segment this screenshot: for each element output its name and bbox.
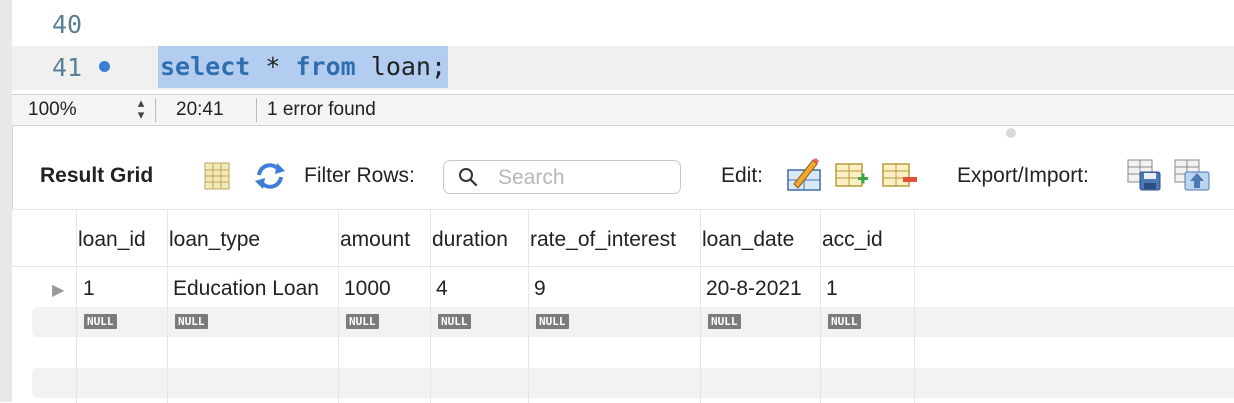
null-badge[interactable]: NULL	[175, 314, 208, 329]
table-row[interactable]	[32, 368, 1234, 398]
column-header-duration[interactable]: duration	[432, 228, 508, 252]
column-header-acc-id[interactable]: acc_id	[822, 228, 883, 252]
toggle-columns-icon[interactable]	[204, 162, 230, 190]
table-cell[interactable]: Education Loan	[173, 277, 319, 301]
table-cell[interactable]: 1000	[344, 277, 391, 301]
sql-statement[interactable]: select * from loan;	[158, 46, 449, 88]
sql-editor[interactable]: 40 41 select * from loan;	[12, 0, 1234, 94]
statement-marker-icon[interactable]	[99, 61, 110, 72]
import-icon[interactable]	[1173, 158, 1211, 192]
table-row[interactable]: ▶ 1 Education Loan 1000 4 9 20-8-2021 1	[12, 267, 1234, 307]
search-icon	[459, 168, 478, 187]
line-number: 40	[52, 10, 83, 39]
null-badge[interactable]: NULL	[438, 314, 471, 329]
splitter-handle[interactable]	[1006, 128, 1016, 138]
result-grid[interactable]: loan_id loan_type amount duration rate_o…	[12, 209, 1234, 403]
result-grid-title: Result Grid	[40, 164, 154, 187]
null-badge[interactable]: NULL	[536, 314, 569, 329]
add-row-icon[interactable]	[834, 160, 870, 190]
column-header-loan-id[interactable]: loan_id	[78, 228, 146, 252]
line-number: 41	[52, 53, 83, 82]
column-header-loan-type[interactable]: loan_type	[169, 228, 260, 252]
column-header-rate-of-interest[interactable]: rate_of_interest	[530, 228, 676, 252]
zoom-stepper-icon[interactable]: ▴ ▾	[132, 96, 150, 123]
edit-label: Edit:	[721, 164, 764, 187]
status-divider	[256, 98, 257, 122]
null-badge[interactable]: NULL	[346, 314, 379, 329]
table-cell[interactable]: 4	[436, 277, 448, 301]
editor-status-bar: 100% ▴ ▾ 20:41 1 error found	[12, 94, 1234, 126]
sql-table-name: loan;	[370, 52, 447, 81]
sql-keyword: from	[295, 52, 356, 81]
editor-line-current[interactable]: 41 select * from loan;	[12, 46, 1234, 90]
error-status[interactable]: 1 error found	[267, 99, 376, 121]
search-input[interactable]	[496, 164, 670, 192]
null-badge[interactable]: NULL	[84, 314, 117, 329]
table-cell[interactable]: 20-8-2021	[706, 277, 802, 301]
column-header-loan-date[interactable]: loan_date	[702, 228, 794, 252]
table-row[interactable]	[32, 307, 1234, 337]
table-cell[interactable]: 1	[83, 277, 95, 301]
column-header-amount[interactable]: amount	[340, 228, 410, 252]
filter-search-box[interactable]	[443, 160, 681, 194]
zoom-level: 100%	[28, 99, 77, 120]
table-cell[interactable]: 1	[826, 277, 838, 301]
refresh-icon[interactable]	[253, 162, 287, 190]
edit-cell-icon[interactable]	[786, 158, 822, 192]
table-cell[interactable]: 9	[534, 277, 546, 301]
export-save-icon[interactable]	[1126, 158, 1162, 192]
sql-star: *	[265, 52, 281, 81]
filter-rows-label: Filter Rows:	[304, 164, 415, 187]
result-toolbar: Result Grid Filter Rows: Edit:	[12, 148, 1234, 204]
sql-keyword: select	[160, 52, 251, 81]
null-badge[interactable]: NULL	[708, 314, 741, 329]
cursor-position: 20:41	[176, 99, 224, 120]
null-badge[interactable]: NULL	[828, 314, 861, 329]
editor-line: 40	[12, 3, 1234, 47]
export-import-label: Export/Import:	[957, 164, 1089, 187]
delete-row-icon[interactable]	[881, 160, 919, 190]
current-row-arrow-icon: ▶	[52, 282, 65, 299]
status-divider	[155, 98, 156, 122]
